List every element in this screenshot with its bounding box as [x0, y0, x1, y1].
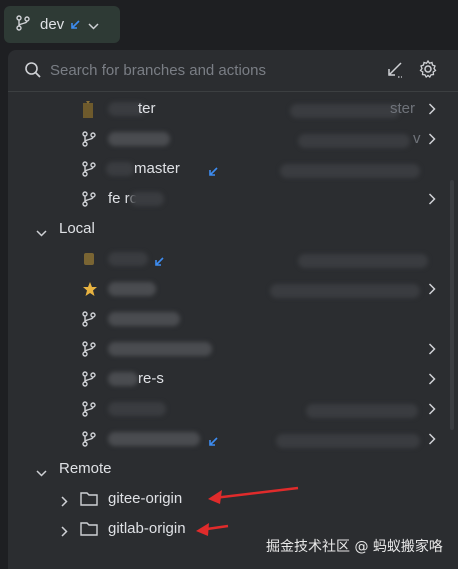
annotation-arrows	[196, 486, 299, 536]
watermark: 掘金技术社区 @ 蚂蚁搬家咯	[266, 539, 443, 555]
